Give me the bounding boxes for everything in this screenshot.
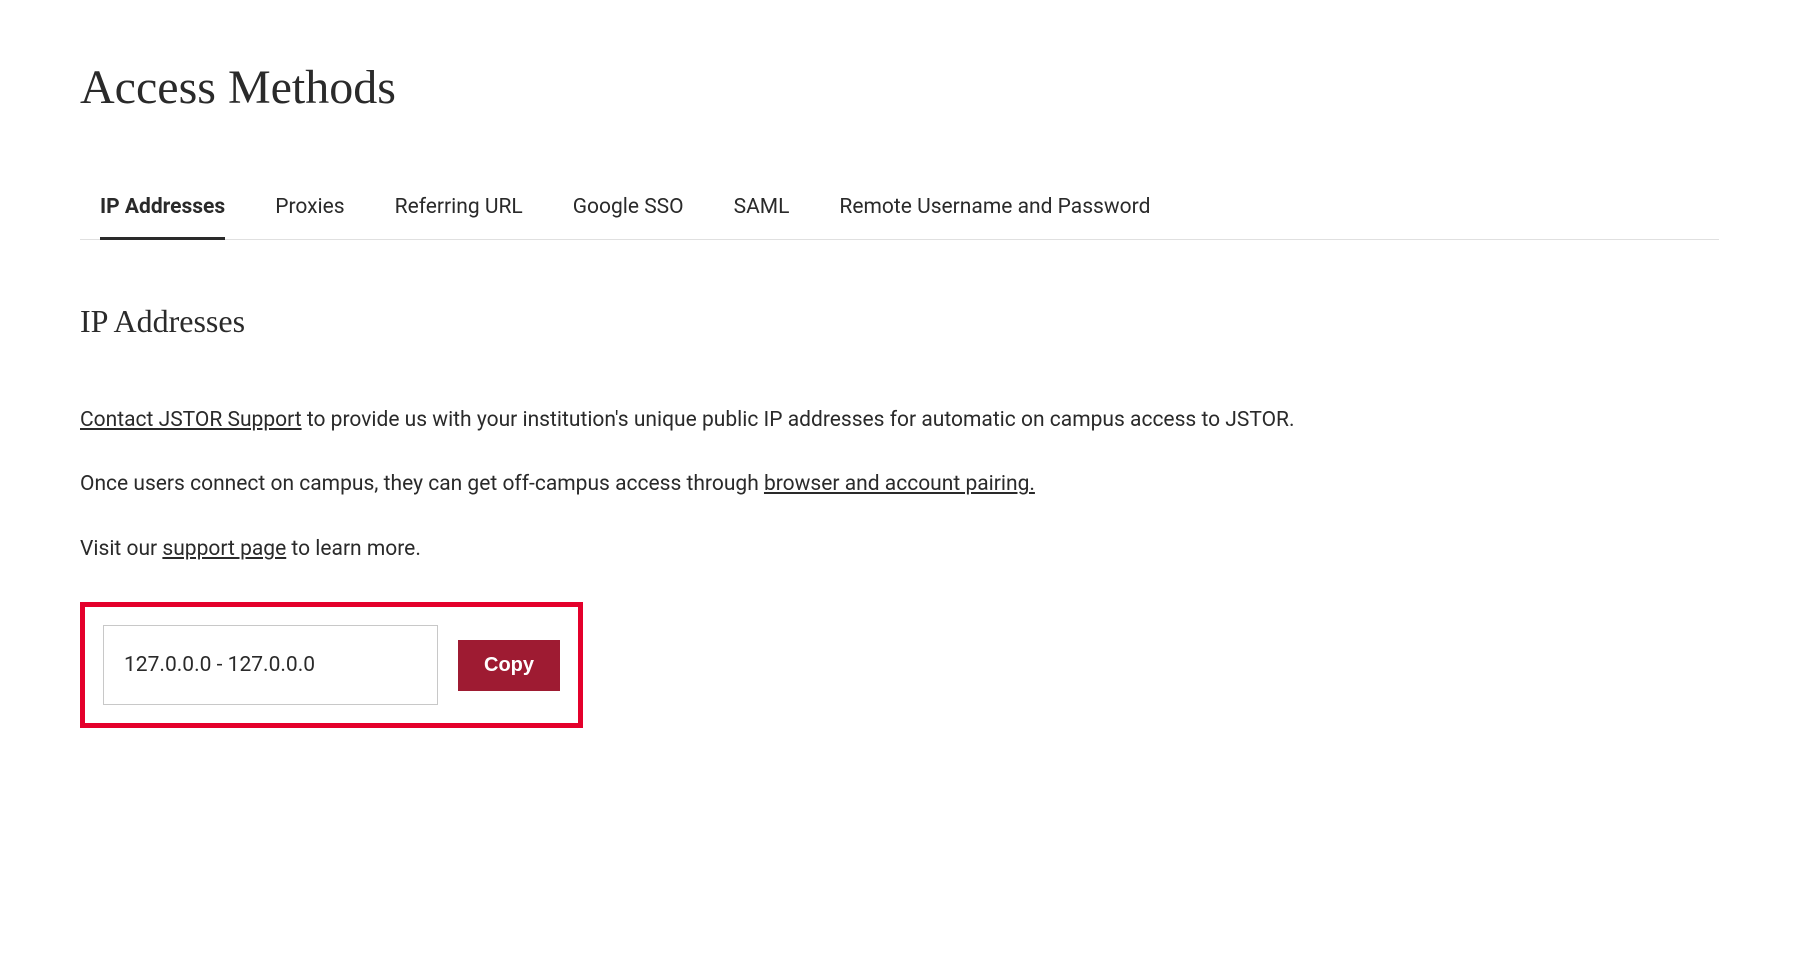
paragraph-pairing: Once users connect on campus, they can g…: [80, 467, 1719, 502]
contact-support-link[interactable]: Contact JSTOR Support: [80, 408, 302, 432]
content-area: IP Addresses Contact JSTOR Support to pr…: [80, 295, 1719, 728]
paragraph-pairing-before: Once users connect on campus, they can g…: [80, 472, 764, 496]
browser-pairing-link[interactable]: browser and account pairing.: [764, 472, 1035, 496]
paragraph-support-before: Visit our: [80, 537, 162, 561]
ip-copy-highlight: 127.0.0.0 - 127.0.0.0 Copy: [80, 602, 583, 729]
tab-saml[interactable]: SAML: [734, 195, 790, 239]
tab-ip-addresses[interactable]: IP Addresses: [100, 195, 225, 240]
page-title: Access Methods: [80, 60, 1719, 115]
support-page-link[interactable]: support page: [162, 537, 286, 561]
paragraph-support-after: to learn more.: [286, 537, 421, 561]
tab-referring-url[interactable]: Referring URL: [395, 195, 523, 239]
tab-proxies[interactable]: Proxies: [275, 195, 344, 239]
paragraph-contact-rest: to provide us with your institution's un…: [302, 408, 1295, 432]
paragraph-contact: Contact JSTOR Support to provide us with…: [80, 403, 1719, 438]
section-title: IP Addresses: [80, 295, 1719, 348]
ip-range-box: 127.0.0.0 - 127.0.0.0: [103, 625, 438, 706]
paragraph-support: Visit our support page to learn more.: [80, 532, 1719, 567]
tabs-container: IP Addresses Proxies Referring URL Googl…: [80, 195, 1719, 240]
copy-button[interactable]: Copy: [458, 640, 560, 691]
tab-remote-username-password[interactable]: Remote Username and Password: [839, 195, 1150, 239]
tab-google-sso[interactable]: Google SSO: [573, 195, 684, 239]
